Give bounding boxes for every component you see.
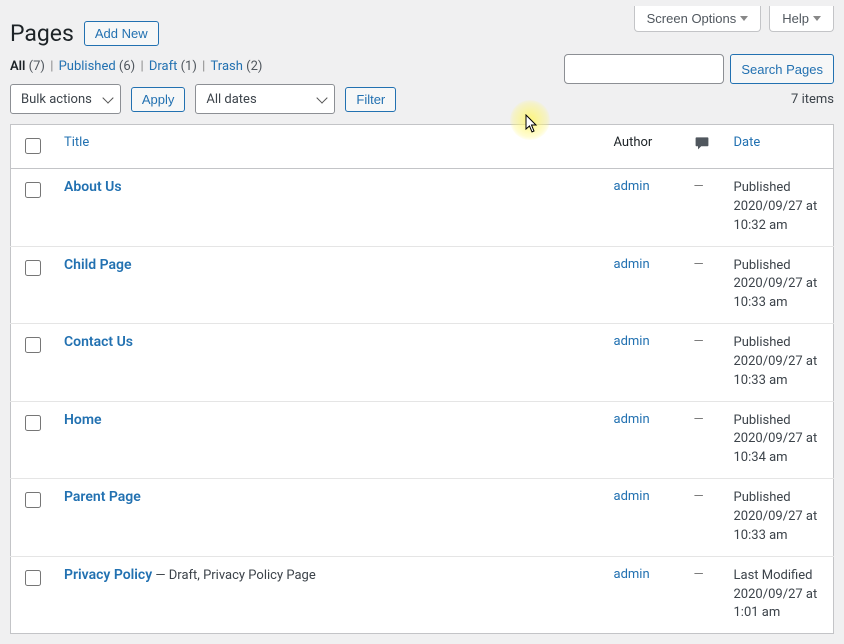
table-row: Contact Us admin — Published2020/09/27 a…	[11, 324, 834, 402]
row-checkbox[interactable]	[25, 337, 41, 353]
search-button[interactable]: Search Pages	[730, 54, 834, 84]
post-state: — Draft, Privacy Policy Page	[152, 568, 316, 583]
add-new-button[interactable]: Add New	[84, 21, 159, 46]
page-title-link[interactable]: Home	[64, 412, 102, 428]
chevron-down-icon	[317, 92, 328, 103]
row-checkbox[interactable]	[25, 492, 41, 508]
search-input[interactable]	[564, 54, 724, 84]
help-button[interactable]: Help	[769, 6, 834, 32]
date-cell: Published2020/09/27 at 10:33 am	[724, 246, 834, 324]
author-link[interactable]: admin	[614, 489, 650, 504]
bulk-action-label: Bulk actions	[21, 92, 92, 107]
author-link[interactable]: admin	[614, 334, 650, 349]
page-title-link[interactable]: Parent Page	[64, 489, 141, 505]
comments-count: —	[694, 412, 704, 427]
comments-count: —	[694, 179, 704, 194]
table-row: About Us admin — Published2020/09/27 at …	[11, 169, 834, 247]
date-filter-label: All dates	[206, 92, 256, 107]
filter-link[interactable]: Trash	[211, 59, 243, 74]
table-row: Parent Page admin — Published2020/09/27 …	[11, 479, 834, 557]
row-checkbox[interactable]	[25, 570, 41, 586]
chevron-down-icon	[740, 16, 748, 21]
chevron-down-icon	[102, 92, 113, 103]
date-cell: Published2020/09/27 at 10:34 am	[724, 401, 834, 479]
comments-count: —	[694, 257, 704, 272]
page-title-link[interactable]: About Us	[64, 179, 122, 195]
apply-button[interactable]: Apply	[131, 87, 186, 112]
row-checkbox[interactable]	[25, 415, 41, 431]
bulk-action-select[interactable]: Bulk actions	[10, 84, 121, 114]
chevron-down-icon	[813, 16, 821, 21]
date-filter-select[interactable]: All dates	[195, 84, 335, 114]
date-cell: Published2020/09/27 at 10:33 am	[724, 324, 834, 402]
comments-count: —	[694, 334, 704, 349]
date-cell: Last Modified2020/09/27 at 1:01 am	[724, 556, 834, 634]
column-title[interactable]: Title	[54, 125, 604, 169]
author-link[interactable]: admin	[614, 412, 650, 427]
author-link[interactable]: admin	[614, 257, 650, 272]
author-link[interactable]: admin	[614, 567, 650, 582]
comment-icon	[694, 140, 710, 155]
screen-options-label: Screen Options	[647, 11, 737, 26]
page-title-link[interactable]: Contact Us	[64, 334, 133, 350]
pages-table: Title Author Date About Us admin — Publi…	[10, 124, 834, 634]
comments-count: —	[694, 567, 704, 582]
filter-link[interactable]: Draft	[149, 59, 178, 74]
column-date[interactable]: Date	[724, 125, 834, 169]
item-count: 7 items	[791, 92, 834, 107]
table-row: Child Page admin — Published2020/09/27 a…	[11, 246, 834, 324]
filter-link[interactable]: All	[10, 59, 25, 74]
page-title-link[interactable]: Child Page	[64, 257, 132, 273]
table-row: Privacy Policy — Draft, Privacy Policy P…	[11, 556, 834, 634]
help-label: Help	[782, 11, 809, 26]
date-cell: Published2020/09/27 at 10:32 am	[724, 169, 834, 247]
filter-link[interactable]: Published	[59, 59, 116, 74]
screen-options-button[interactable]: Screen Options	[634, 6, 762, 32]
date-cell: Published2020/09/27 at 10:33 am	[724, 479, 834, 557]
column-author: Author	[604, 125, 684, 169]
row-checkbox[interactable]	[25, 182, 41, 198]
filter-button[interactable]: Filter	[345, 87, 396, 112]
author-link[interactable]: admin	[614, 179, 650, 194]
page-title-link[interactable]: Privacy Policy	[64, 567, 152, 583]
select-all-checkbox[interactable]	[25, 138, 41, 154]
table-row: Home admin — Published2020/09/27 at 10:3…	[11, 401, 834, 479]
comments-count: —	[694, 489, 704, 504]
page-title: Pages	[10, 20, 74, 47]
row-checkbox[interactable]	[25, 260, 41, 276]
column-comments[interactable]	[684, 125, 724, 169]
